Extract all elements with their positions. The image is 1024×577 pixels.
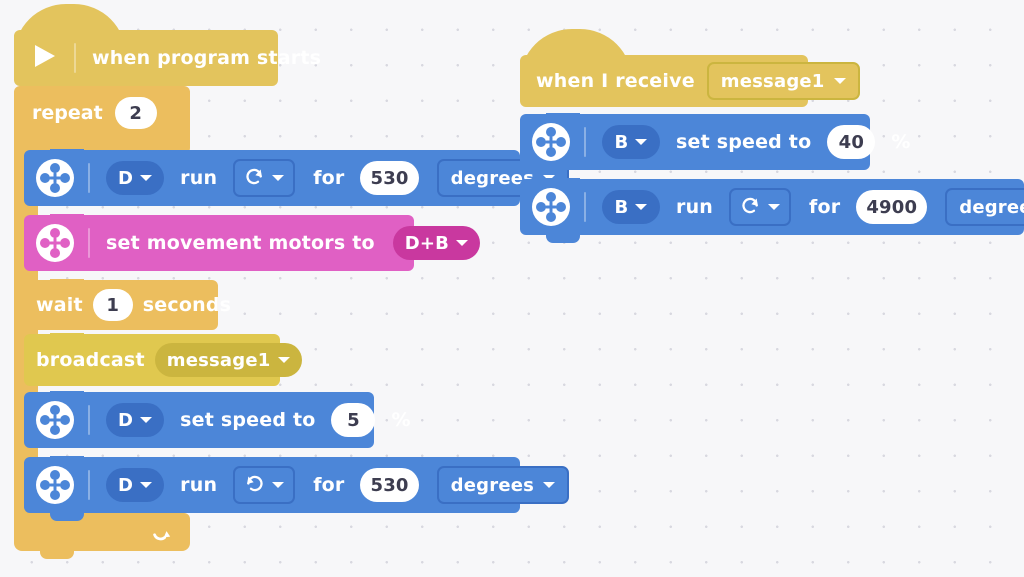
block-wait-seconds[interactable]: wait 1 seconds (24, 279, 231, 330)
chevron-down-icon (635, 139, 648, 145)
divider (88, 405, 90, 435)
rotate-counterclockwise-icon (244, 473, 265, 498)
for-label: for (313, 167, 345, 189)
unit-value: degrees (959, 196, 1024, 218)
block-set-movement-motors[interactable]: set movement motors to D+B (24, 214, 481, 271)
amount-input[interactable]: 530 (360, 161, 419, 195)
motor-port-value: B (614, 196, 629, 218)
chevron-down-icon (543, 482, 556, 488)
run-label: run (676, 196, 714, 218)
motor-port-dropdown[interactable]: D (106, 403, 165, 437)
block-label: set movement motors to (106, 232, 375, 254)
direction-dropdown[interactable] (729, 188, 792, 226)
chevron-down-icon (272, 482, 285, 488)
movement-ports-dropdown[interactable]: D+B (392, 226, 481, 260)
chevron-down-icon (833, 78, 846, 84)
motor-icon (532, 123, 570, 161)
rotate-clockwise-icon (740, 195, 761, 220)
chevron-down-icon (140, 175, 153, 181)
motor-port-value: D (118, 409, 134, 431)
divider (584, 127, 586, 157)
block-broadcast[interactable]: broadcast message1 (24, 333, 302, 386)
motor-icon (36, 159, 74, 197)
amount-input[interactable]: 4900 (856, 190, 928, 224)
block-motor-d-run-cw[interactable]: D run for 530 degrees (24, 149, 570, 206)
rotate-clockwise-icon (244, 166, 265, 191)
repeat-footer (14, 513, 190, 559)
block-when-i-receive[interactable]: when I receive message1 (520, 29, 860, 107)
broadcast-message-dropdown[interactable]: message1 (154, 343, 302, 377)
motor-icon (36, 466, 74, 504)
chevron-down-icon (768, 204, 781, 210)
receive-message-value: message1 (720, 70, 825, 92)
play-icon (32, 42, 58, 74)
block-when-program-starts[interactable]: when program starts (14, 4, 321, 86)
unit-value: degrees (450, 474, 535, 496)
block-motor-d-run-ccw[interactable]: D run for 530 degrees (24, 456, 570, 521)
divider (584, 192, 586, 222)
chevron-down-icon (272, 175, 285, 181)
motor-port-dropdown[interactable]: D (106, 161, 165, 195)
broadcast-message-value: message1 (166, 349, 271, 371)
divider (88, 470, 90, 500)
chevron-down-icon (635, 204, 648, 210)
program-canvas[interactable]: when program starts repeat 2 D run for 5… (0, 0, 1024, 577)
chevron-down-icon (277, 357, 290, 363)
motor-port-value: D (118, 167, 134, 189)
repeat-label: repeat (32, 102, 103, 124)
speed-input[interactable]: 40 (827, 125, 876, 159)
motor-icon (36, 401, 74, 439)
percent-label: % (391, 409, 411, 431)
motor-icon (532, 188, 570, 226)
block-motor-b-set-speed[interactable]: B set speed to 40 % (520, 113, 910, 170)
receive-message-dropdown[interactable]: message1 (706, 62, 860, 100)
for-label: for (313, 474, 345, 496)
run-label: run (180, 474, 218, 496)
movement-motors-icon (36, 224, 74, 262)
direction-dropdown[interactable] (233, 159, 296, 197)
chevron-down-icon (140, 482, 153, 488)
motor-port-dropdown[interactable]: B (602, 190, 660, 224)
block-repeat[interactable]: repeat 2 (14, 86, 190, 154)
block-label: when I receive (536, 70, 695, 92)
for-label: for (809, 196, 841, 218)
repeat-count-input[interactable]: 2 (114, 97, 157, 129)
divider (88, 163, 90, 193)
motor-port-value: B (614, 131, 629, 153)
unit-dropdown[interactable]: degrees (436, 466, 570, 504)
motor-port-dropdown[interactable]: B (602, 125, 660, 159)
run-label: run (180, 167, 218, 189)
block-motor-b-run-cw[interactable]: B run for 4900 degrees (520, 178, 1024, 243)
percent-label: % (891, 131, 911, 153)
seconds-label: seconds (142, 294, 232, 316)
wait-label: wait (36, 294, 83, 316)
direction-dropdown[interactable] (233, 466, 296, 504)
movement-ports-value: D+B (404, 232, 450, 254)
divider (74, 43, 76, 73)
speed-input[interactable]: 5 (331, 403, 376, 437)
unit-dropdown[interactable]: degrees (945, 188, 1024, 226)
set-speed-label: set speed to (676, 131, 812, 153)
chevron-down-icon (140, 417, 153, 423)
amount-input[interactable]: 530 (360, 468, 419, 502)
motor-port-dropdown[interactable]: D (106, 468, 165, 502)
loop-arrow-icon (150, 521, 172, 547)
chevron-down-icon (456, 240, 469, 246)
block-label: when program starts (92, 47, 322, 69)
wait-seconds-input[interactable]: 1 (92, 289, 133, 321)
block-motor-d-set-speed[interactable]: D set speed to 5 % (24, 391, 411, 448)
broadcast-label: broadcast (36, 349, 145, 371)
divider (88, 228, 90, 258)
set-speed-label: set speed to (180, 409, 316, 431)
motor-port-value: D (118, 474, 134, 496)
